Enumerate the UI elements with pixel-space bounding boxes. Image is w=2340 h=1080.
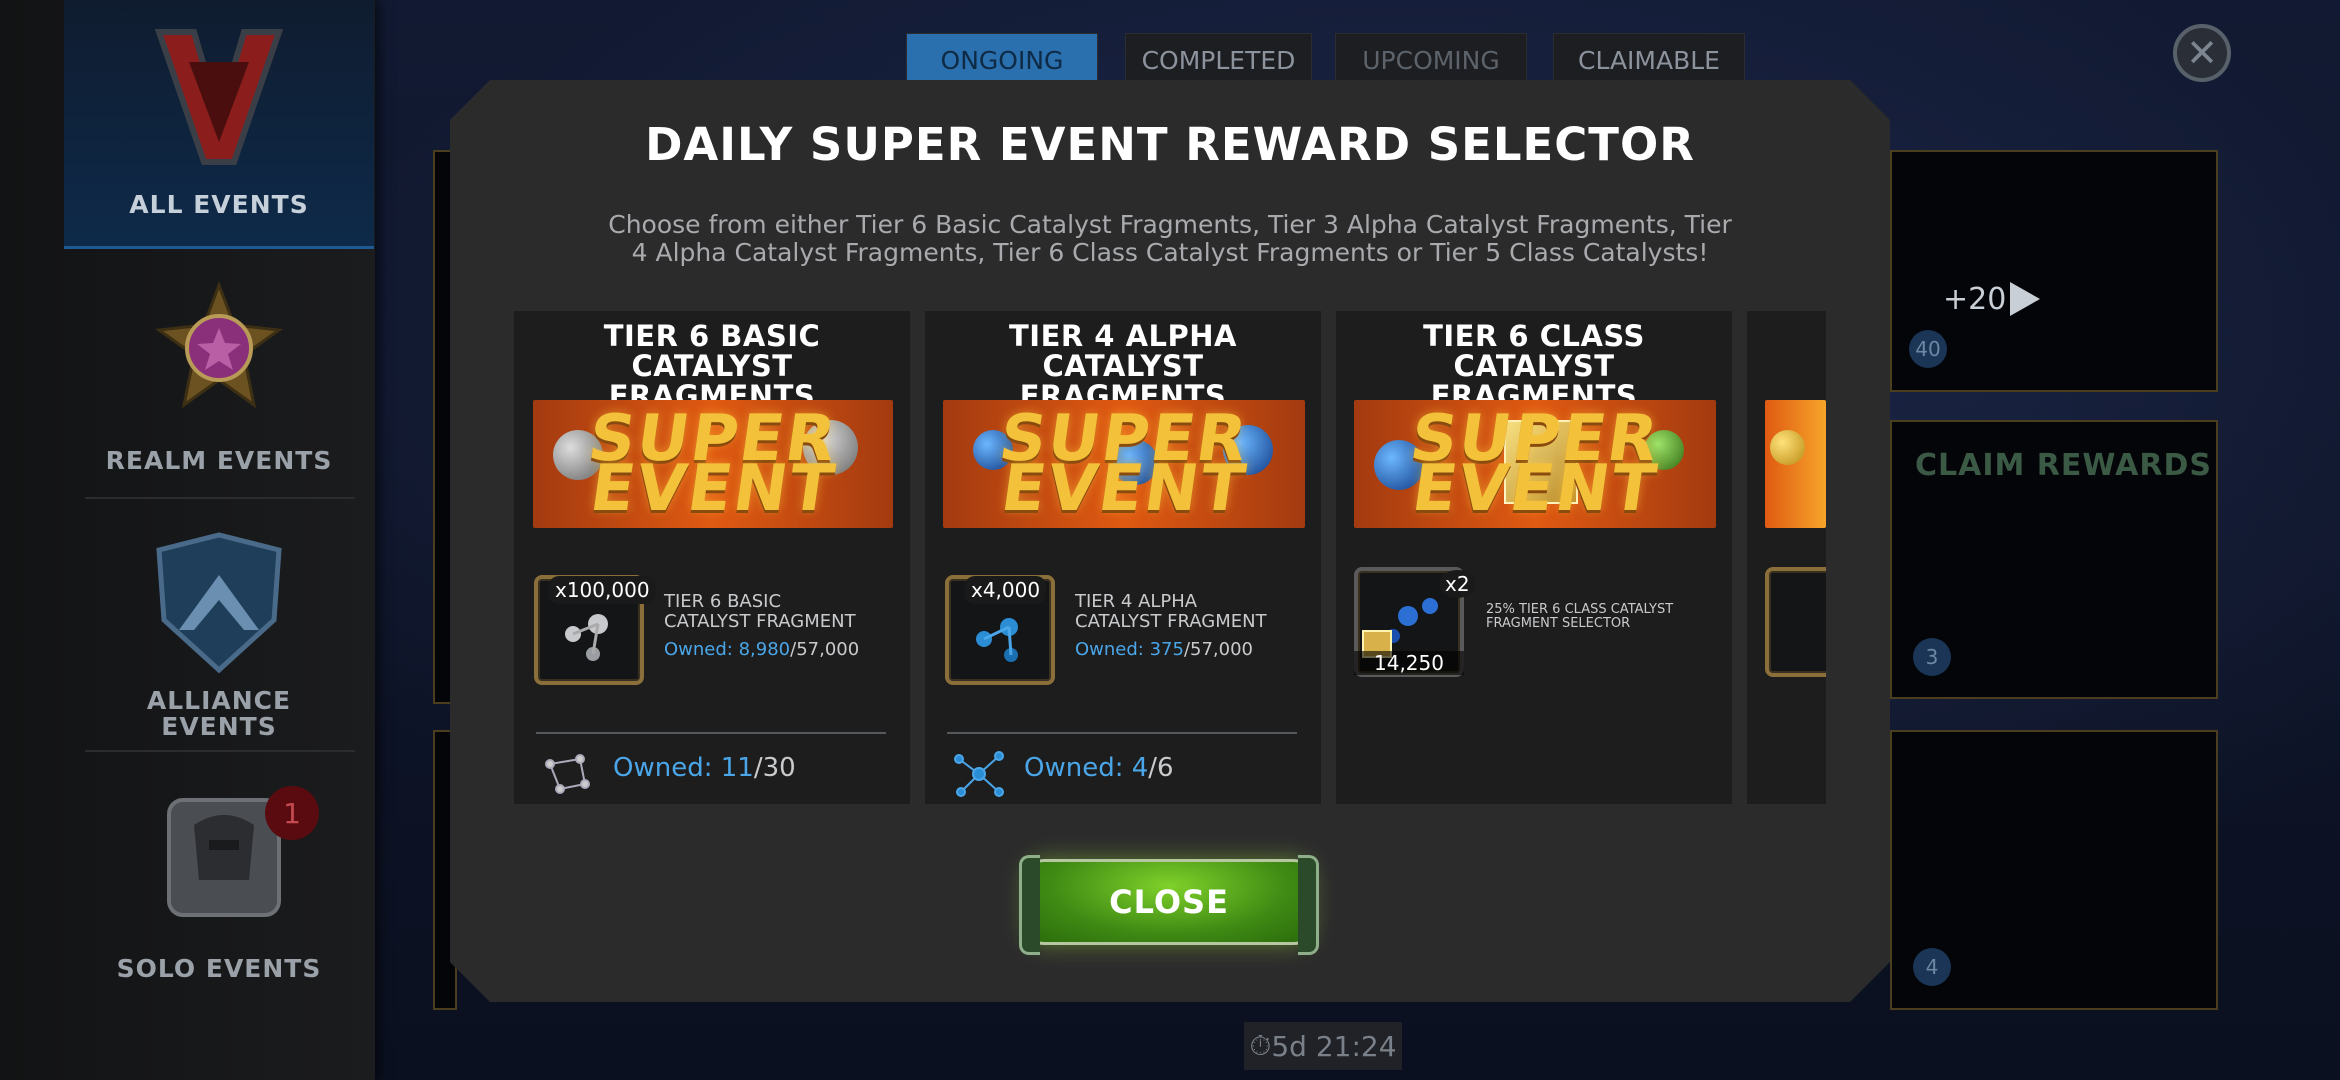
quantity-badge: x100,000: [549, 576, 656, 604]
owned-total: Owned: 11/30: [613, 753, 796, 783]
events-sidebar: ALL EVENTS REALM EVENTS ALLIANCE EVENTS …: [0, 0, 375, 1080]
item-count: 14,250: [1354, 651, 1464, 675]
owned-count: Owned: 8,980/57,000: [664, 639, 860, 660]
reward-card-basic-catalyst[interactable]: TIER 6 BASIC CATALYST FRAGMENTS SUPER EV…: [514, 311, 910, 804]
notification-badge: 1: [265, 786, 319, 840]
divider: [85, 497, 355, 499]
banner-text: EVENT: [1407, 452, 1663, 526]
play-icon: [2010, 282, 2040, 316]
milestone-badge: 40: [1909, 330, 1947, 368]
modal-description: Choose from either Tier 6 Basic Catalyst…: [608, 210, 1732, 267]
alliance-shield-icon: [156, 532, 282, 674]
tab-completed[interactable]: COMPLETED: [1125, 33, 1312, 87]
owned-count: Owned: 375/57,000: [1075, 639, 1253, 660]
sidebar-item-alliance-events[interactable]: ALLIANCE EVENTS: [64, 520, 374, 750]
divider: [536, 732, 886, 734]
tab-upcoming[interactable]: UPCOMING: [1335, 33, 1527, 87]
item-name: TIER 4 ALPHA CATALYST FRAGMENT: [1075, 591, 1267, 632]
sidebar-item-all-events[interactable]: ALL EVENTS: [64, 0, 374, 249]
sidebar-item-label: ALLIANCE EVENTS: [146, 686, 292, 741]
divider: [85, 750, 355, 752]
item-name: 25% TIER 6 CLASS CATALYST FRAGMENT SELEC…: [1486, 602, 1674, 631]
close-button[interactable]: CLOSE: [1019, 855, 1319, 949]
quantity-badge: x2: [1439, 570, 1476, 598]
owned-total: Owned: 4/6: [1024, 753, 1174, 783]
close-icon[interactable]: ✕: [2173, 24, 2231, 82]
timer-text: 5d 21:24: [1271, 1029, 1397, 1063]
super-event-banner: SUPER EVENT: [1354, 400, 1716, 528]
sidebar-item-label: SOLO EVENTS: [116, 954, 322, 983]
reward-item-box: [1765, 567, 1826, 677]
card-title: TIER 6 BASIC CATALYST FRAGMENTS: [603, 319, 821, 413]
close-button-label: CLOSE: [1026, 859, 1312, 945]
catalyst-owned-icon: [540, 744, 600, 804]
all-events-icon: [154, 29, 284, 165]
super-event-banner: SUPER EVENT: [533, 400, 893, 528]
sidebar-item-realm-events[interactable]: REALM EVENTS: [64, 270, 374, 490]
alpha-owned-icon: [949, 744, 1009, 804]
event-timer: ⏱ 5d 21:24: [1244, 1022, 1402, 1070]
realm-events-icon: [154, 280, 284, 409]
button-cap: [1019, 855, 1040, 955]
reward-card-alpha-catalyst[interactable]: TIER 4 ALPHA CATALYST FRAGMENTS SUPER EV…: [925, 311, 1321, 804]
sidebar-item-label: ALL EVENTS: [129, 190, 309, 219]
milestone-badge: 4: [1913, 948, 1951, 986]
claim-rewards-label[interactable]: CLAIM REWARDS: [1915, 448, 2212, 483]
sidebar-item-solo-events[interactable]: 1 SOLO EVENTS: [64, 780, 374, 1000]
super-event-banner: [1765, 400, 1826, 528]
tab-claimable[interactable]: CLAIMABLE: [1553, 33, 1745, 87]
points-label: +20: [1943, 282, 2007, 317]
item-name: TIER 6 BASIC CATALYST FRAGMENT: [664, 591, 856, 632]
banner-text: EVENT: [585, 452, 841, 526]
button-cap: [1298, 855, 1319, 955]
super-event-banner: SUPER EVENT: [943, 400, 1305, 528]
reward-selector-modal: DAILY SUPER EVENT REWARD SELECTOR Choose…: [450, 80, 1890, 1002]
modal-title: DAILY SUPER EVENT REWARD SELECTOR: [645, 118, 1695, 171]
reward-card-partial[interactable]: [1747, 311, 1826, 804]
divider: [947, 732, 1297, 734]
reward-card-class-catalyst[interactable]: TIER 6 CLASS CATALYST FRAGMENTS SUPER EV…: [1336, 311, 1732, 804]
card-title: TIER 6 CLASS CATALYST FRAGMENTS: [1423, 319, 1645, 413]
card-title: TIER 4 ALPHA CATALYST FRAGMENTS: [1009, 319, 1237, 413]
tab-ongoing[interactable]: ONGOING: [906, 33, 1098, 87]
milestone-badge: 3: [1913, 638, 1951, 676]
banner-text: EVENT: [996, 452, 1252, 526]
quantity-badge: x4,000: [965, 576, 1046, 604]
sidebar-item-label: REALM EVENTS: [105, 446, 333, 475]
